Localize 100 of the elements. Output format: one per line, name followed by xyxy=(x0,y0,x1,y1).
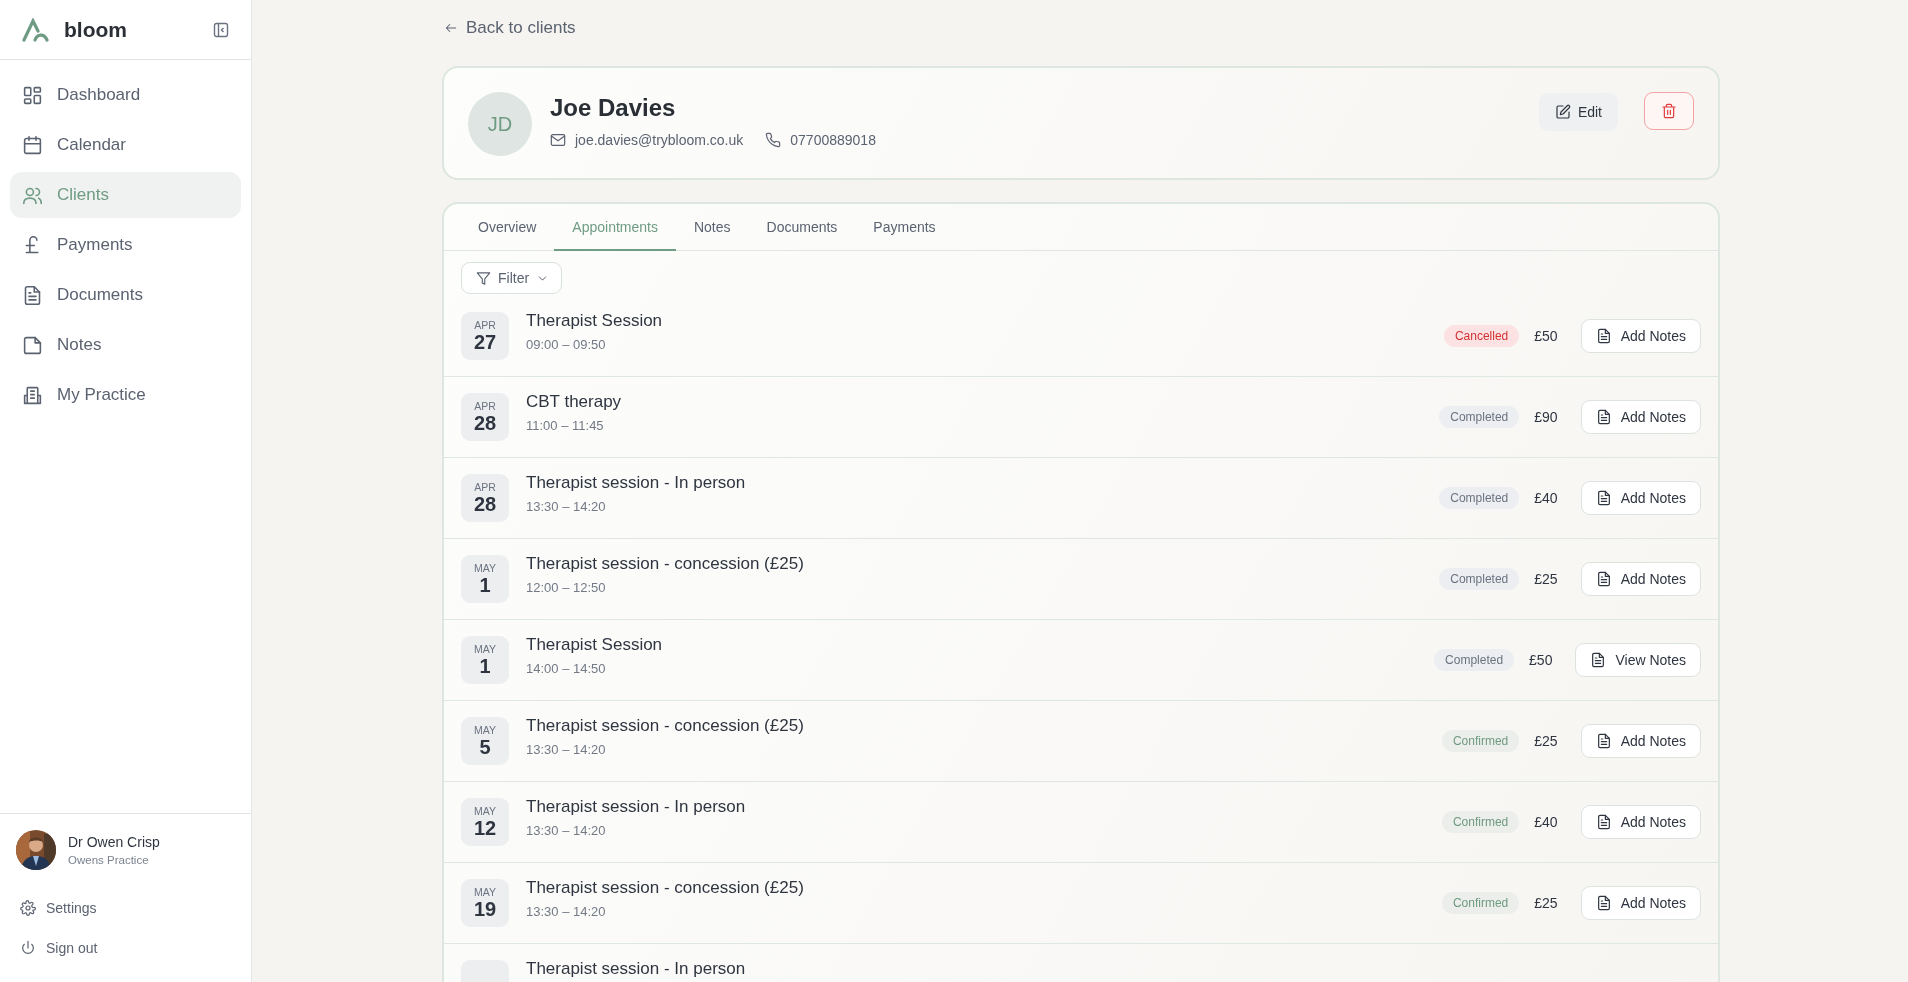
trash-icon xyxy=(1661,103,1677,119)
appointment-price: £25 xyxy=(1534,895,1558,911)
appointment-price: £25 xyxy=(1534,733,1558,749)
brand-name: bloom xyxy=(64,17,128,42)
pencil-icon xyxy=(1554,104,1571,120)
notes-button[interactable]: Add Notes xyxy=(1580,562,1701,596)
appointment-time: 13:30 – 14:20 xyxy=(526,499,607,514)
appointment-price: £40 xyxy=(1534,814,1558,830)
notes-button[interactable]: View Notes xyxy=(1575,643,1701,677)
date-day: 27 xyxy=(473,331,497,353)
appointment-title: Therapist Session xyxy=(526,311,664,331)
edit-button[interactable]: Edit xyxy=(1538,93,1618,131)
document-icon xyxy=(22,284,43,306)
settings-icon xyxy=(20,900,36,916)
document-icon xyxy=(1595,895,1612,911)
note-icon xyxy=(22,334,43,356)
document-icon xyxy=(1595,733,1612,749)
date-day: 19 xyxy=(473,898,497,920)
date-month: MAY xyxy=(474,724,496,736)
calendar-icon xyxy=(22,134,43,156)
document-icon xyxy=(1595,328,1612,344)
filter-button[interactable]: Filter xyxy=(461,262,563,294)
status-label: Completed xyxy=(1439,568,1520,590)
appointment-time: 12:00 – 12:50 xyxy=(526,580,607,595)
date-month: MAY xyxy=(474,643,496,655)
building-icon xyxy=(22,384,43,406)
tab[interactable]: Notes xyxy=(675,204,749,251)
appointment-title: Therapist session - In person xyxy=(526,797,747,817)
appointment-time: 13:30 – 14:20 xyxy=(526,904,607,919)
date-month: MAY xyxy=(474,886,496,898)
date-day: 28 xyxy=(473,493,497,515)
client-phone: 07700889018 xyxy=(790,132,876,148)
date-day: 5 xyxy=(479,736,491,758)
date-month: APR xyxy=(474,400,496,412)
appointment-title: CBT therapy xyxy=(526,392,623,412)
notes-button[interactable]: Add Notes xyxy=(1580,319,1701,353)
appointment-time: 14:00 – 14:50 xyxy=(526,661,607,676)
status-label: Completed xyxy=(1439,406,1520,428)
sidebar-item[interactable]: My Practice xyxy=(10,372,241,418)
date-month: APR xyxy=(474,319,496,331)
client-avatar: JD xyxy=(468,92,532,156)
sidebar-item[interactable]: Calendar xyxy=(10,122,241,168)
appointment-time: 11:00 – 11:45 xyxy=(526,418,605,433)
tab[interactable]: Documents xyxy=(748,204,856,251)
document-icon xyxy=(1590,652,1607,668)
status-label: Cancelled xyxy=(1443,325,1520,347)
appointment-title: Therapist session - In person xyxy=(526,473,747,493)
notes-button[interactable]: Add Notes xyxy=(1580,481,1701,515)
tab[interactable]: Payments xyxy=(855,204,954,251)
user-name: Dr Owen Crisp xyxy=(68,834,160,850)
sidebar-item[interactable]: Payments xyxy=(10,222,241,268)
appointment-time: 13:30 – 14:20 xyxy=(526,742,607,757)
date-month: MAY xyxy=(474,805,496,817)
notes-button[interactable]: Add Notes xyxy=(1580,805,1701,839)
document-icon xyxy=(1595,409,1612,425)
footer-link[interactable]: Settings xyxy=(16,888,235,928)
sidebar-item[interactable]: Dashboard xyxy=(10,72,241,118)
appointment-title: Therapist session - In person xyxy=(526,959,747,979)
arrow-left-icon xyxy=(444,21,458,35)
back-link[interactable]: Back to clients xyxy=(444,16,576,40)
appointment-time: 13:30 – 14:20 xyxy=(526,823,607,838)
power-icon xyxy=(20,940,36,956)
logo-icon xyxy=(22,17,50,42)
appointment-title: Therapist session - concession (£25) xyxy=(526,554,805,574)
appointment-title: Therapist Session xyxy=(526,635,664,655)
notes-button[interactable]: Add Notes xyxy=(1580,724,1701,758)
status-label: Confirmed xyxy=(1441,811,1520,833)
date-day: 1 xyxy=(479,574,491,596)
appointment-price: £25 xyxy=(1534,571,1558,587)
tab[interactable]: Overview xyxy=(460,204,555,251)
client-name: Joe Davies xyxy=(550,94,677,122)
status-label: Completed xyxy=(1434,649,1515,671)
document-icon xyxy=(1595,814,1612,830)
document-icon xyxy=(1595,571,1612,587)
client-email: joe.davies@trybloom.co.uk xyxy=(575,132,744,148)
appointment-price: £90 xyxy=(1534,409,1558,425)
sidebar-toggle-icon[interactable] xyxy=(213,21,229,38)
appointment-price: £50 xyxy=(1529,652,1553,668)
status-label: Confirmed xyxy=(1441,892,1520,914)
appointment-title: Therapist session - concession (£25) xyxy=(526,716,805,736)
appointment-time: 09:00 – 09:50 xyxy=(526,337,607,352)
delete-button[interactable] xyxy=(1644,92,1694,130)
status-label: Confirmed xyxy=(1441,730,1520,752)
date-day: 1 xyxy=(479,655,491,677)
date-month: APR xyxy=(474,481,496,493)
date-day: 28 xyxy=(473,412,497,434)
notes-button[interactable]: Add Notes xyxy=(1580,400,1701,434)
sidebar-item[interactable]: Documents xyxy=(10,272,241,318)
document-icon xyxy=(1595,490,1612,506)
notes-button[interactable]: Add Notes xyxy=(1580,886,1701,920)
appointment-title: Therapist session - concession (£25) xyxy=(526,878,805,898)
date-month: MAY xyxy=(474,562,496,574)
date-day: 12 xyxy=(473,817,497,839)
phone-icon xyxy=(765,132,782,148)
practice-name: Owens Practice xyxy=(68,854,150,866)
status-label: Completed xyxy=(1439,487,1520,509)
grid-icon xyxy=(22,84,43,106)
footer-link[interactable]: Sign out xyxy=(16,928,235,968)
sidebar-item[interactable]: Notes xyxy=(10,322,241,368)
appointment-price: £40 xyxy=(1534,490,1558,506)
